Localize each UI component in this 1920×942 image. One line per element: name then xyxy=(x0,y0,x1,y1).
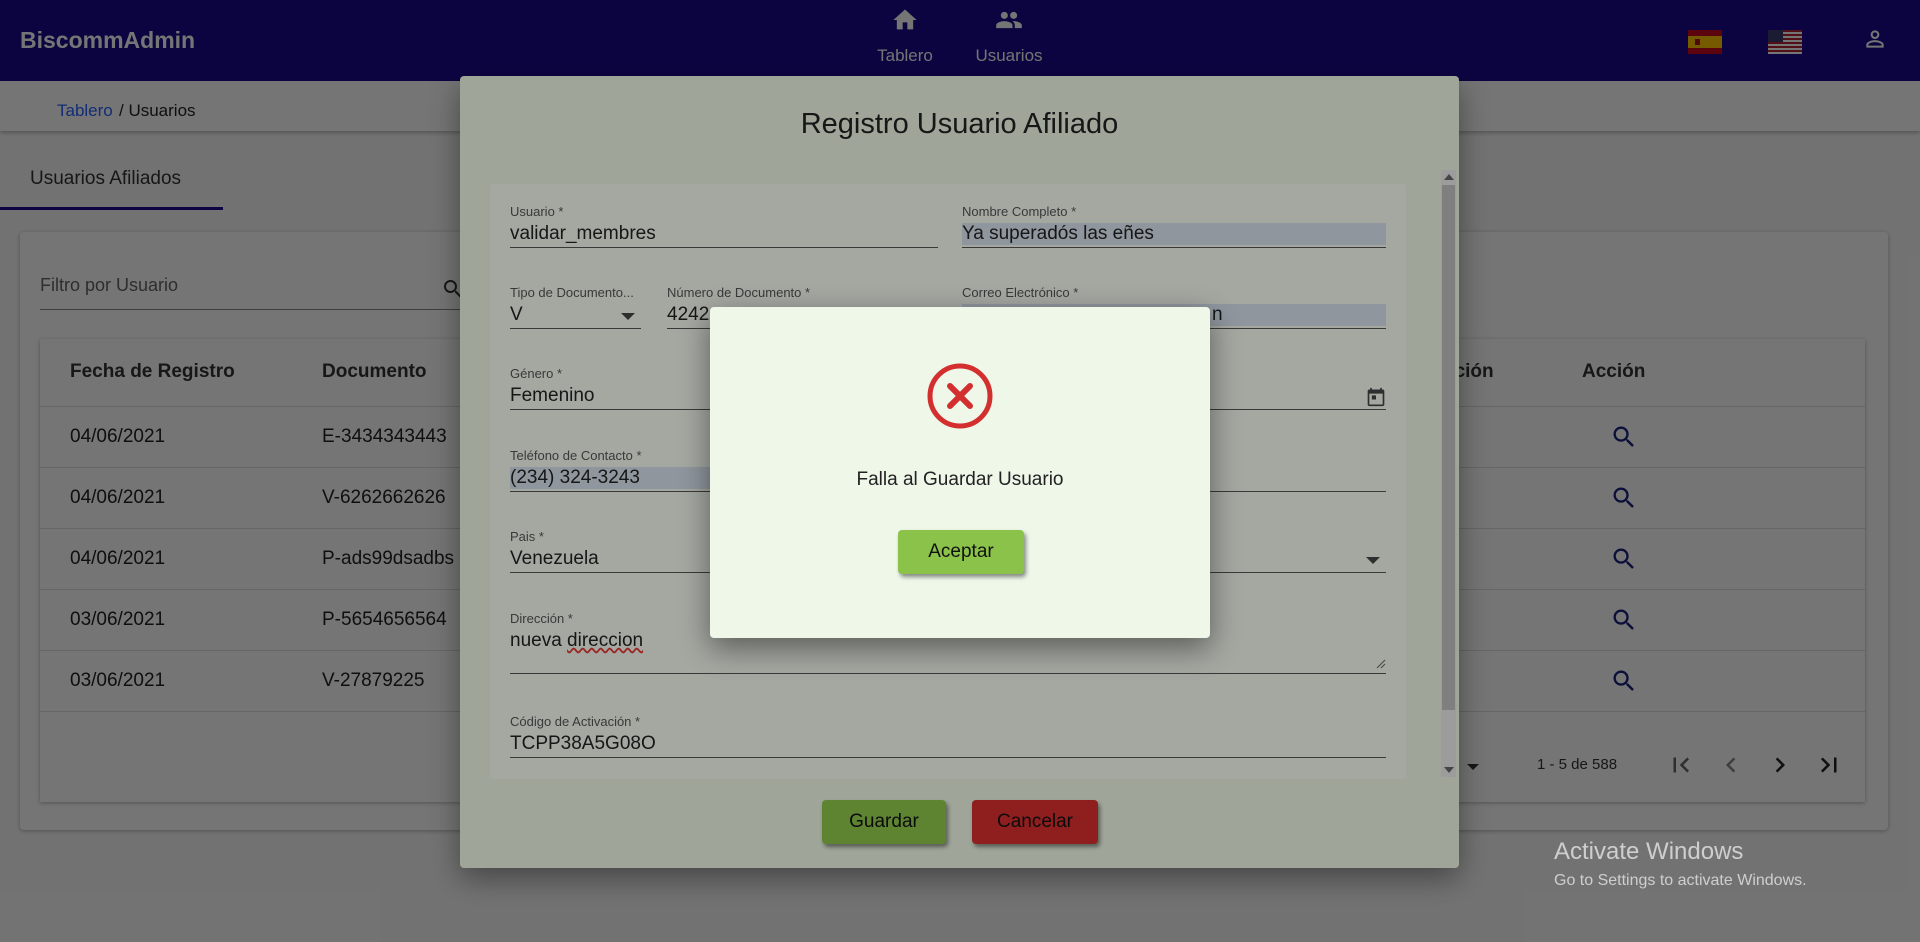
windows-activation-watermark: Activate Windows Go to Settings to activ… xyxy=(1554,838,1807,890)
watermark-title: Activate Windows xyxy=(1554,838,1744,865)
error-alert: Falla al Guardar Usuario Aceptar xyxy=(710,307,1210,638)
alert-message: Falla al Guardar Usuario xyxy=(856,469,1064,490)
error-circle-icon xyxy=(927,363,993,429)
watermark-subtitle: Go to Settings to activate Windows. xyxy=(1554,872,1807,889)
accept-button[interactable]: Aceptar xyxy=(898,530,1024,574)
